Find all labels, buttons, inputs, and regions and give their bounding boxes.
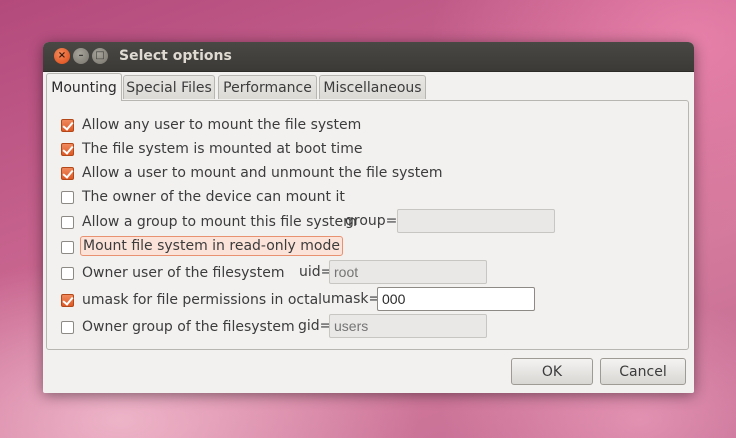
option-label: Owner user of the filesystem xyxy=(82,265,285,281)
mounting-panel: Allow any user to mount the file system … xyxy=(46,100,689,350)
umask-checkbox[interactable] xyxy=(61,293,74,307)
maximize-icon[interactable]: □ xyxy=(92,48,108,64)
tab-miscellaneous[interactable]: Miscellaneous xyxy=(319,75,426,99)
user-mount-unmount-checkbox[interactable] xyxy=(61,166,74,180)
gid-input[interactable] xyxy=(329,314,487,338)
option-label: Allow a user to mount and unmount the fi… xyxy=(82,165,443,181)
option-label: Allow any user to mount the file system xyxy=(82,117,362,133)
gid-field-label: gid= xyxy=(298,318,332,334)
owner-device-mount-checkbox[interactable] xyxy=(61,190,74,204)
uid-input[interactable] xyxy=(329,260,487,284)
minimize-icon[interactable]: – xyxy=(73,48,89,64)
cancel-button[interactable]: Cancel xyxy=(600,358,686,385)
owner-group-checkbox[interactable] xyxy=(61,320,74,334)
option-label: Allow a group to mount this file system xyxy=(82,214,357,230)
group-mount-checkbox[interactable] xyxy=(61,215,74,229)
allow-any-user-checkbox[interactable] xyxy=(61,118,74,132)
mounted-at-boot-checkbox[interactable] xyxy=(61,142,74,156)
ok-button[interactable]: OK xyxy=(511,358,593,385)
option-label: The owner of the device can mount it xyxy=(82,189,345,205)
tab-mounting[interactable]: Mounting xyxy=(46,73,122,101)
option-label: umask for file permissions in octal xyxy=(82,292,323,308)
close-icon[interactable]: × xyxy=(54,48,70,64)
title-bar[interactable]: × – □ Select options xyxy=(43,42,694,72)
umask-input[interactable] xyxy=(377,287,535,311)
tab-performance[interactable]: Performance xyxy=(218,75,317,99)
umask-field-label: umask= xyxy=(322,291,381,307)
owner-user-checkbox[interactable] xyxy=(61,266,74,280)
option-label: Owner group of the filesystem xyxy=(82,319,295,335)
group-input[interactable] xyxy=(397,209,555,233)
select-options-dialog: × – □ Select options Mounting Special Fi… xyxy=(43,42,694,393)
read-only-checkbox[interactable] xyxy=(61,240,74,254)
group-field-label: group= xyxy=(345,213,398,229)
option-label-focused: Mount file system in read-only mode xyxy=(80,236,343,256)
option-label: The file system is mounted at boot time xyxy=(82,141,363,157)
uid-field-label: uid= xyxy=(299,264,333,280)
window-title: Select options xyxy=(119,48,232,64)
tab-special-files[interactable]: Special Files xyxy=(123,75,215,99)
